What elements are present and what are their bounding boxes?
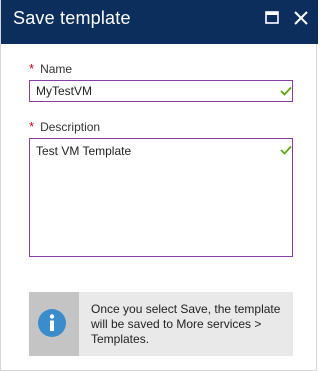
info-icon [38, 309, 66, 337]
required-indicator: * [29, 119, 35, 134]
valid-check-icon [280, 145, 292, 155]
info-message-box: Once you select Save, the template will … [29, 292, 293, 356]
info-message-text: Once you select Save, the template will … [91, 302, 281, 346]
description-textarea[interactable]: Test VM Template [29, 138, 293, 257]
save-template-blade: Save template * Name MyTestVM * Descriptio… [0, 0, 318, 371]
name-field-label: * Name [29, 61, 73, 77]
name-label-text: Name [40, 62, 73, 76]
required-indicator: * [29, 61, 35, 76]
valid-check-icon [280, 86, 292, 96]
name-input[interactable]: MyTestVM [29, 80, 293, 102]
description-label-text: Description [40, 120, 101, 134]
maximize-button[interactable] [263, 8, 283, 28]
blade-header: Save template [1, 0, 318, 44]
info-icon-container [29, 292, 79, 356]
description-field-label: * Description [29, 119, 101, 135]
blade-title: Save template [13, 8, 131, 28]
maximize-icon [265, 11, 279, 24]
close-icon [294, 11, 308, 25]
close-button[interactable] [291, 8, 311, 28]
